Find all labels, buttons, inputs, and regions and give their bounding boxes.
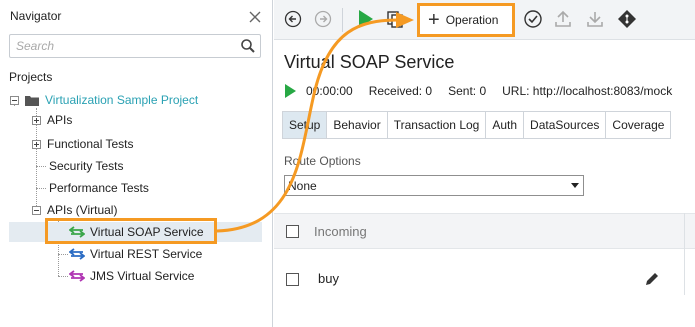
upload-icon bbox=[555, 10, 571, 27]
tree-item-label: APIs bbox=[47, 113, 73, 127]
tree-item-label: Functional Tests bbox=[47, 137, 134, 151]
tree-item-label: Security Tests bbox=[49, 159, 124, 173]
elapsed-time: 00:00:00 bbox=[306, 84, 353, 98]
search-input[interactable] bbox=[10, 36, 240, 56]
tab-setup[interactable]: Setup bbox=[283, 112, 328, 138]
tab-coverage[interactable]: Coverage bbox=[606, 112, 670, 138]
toolbar-separator bbox=[342, 8, 343, 32]
tree-item-label: Virtual REST Service bbox=[90, 247, 203, 261]
toolbar: + Operation bbox=[274, 0, 695, 40]
clone-button[interactable] bbox=[384, 8, 406, 30]
chevron-down-icon bbox=[571, 183, 579, 188]
back-icon bbox=[284, 10, 302, 28]
folder-icon bbox=[25, 95, 39, 106]
add-operation-button[interactable]: + Operation bbox=[417, 3, 515, 37]
export-button[interactable] bbox=[552, 8, 574, 30]
download-icon bbox=[587, 12, 603, 27]
forward-icon bbox=[314, 10, 332, 28]
back-button[interactable] bbox=[282, 8, 304, 30]
tree-item-label: JMS Virtual Service bbox=[90, 269, 195, 283]
tree-item-project[interactable]: Virtualization Sample Project bbox=[10, 90, 198, 110]
tab-transaction-log[interactable]: Transaction Log bbox=[388, 112, 487, 138]
tree-item-label: APIs (Virtual) bbox=[47, 203, 118, 217]
close-icon[interactable] bbox=[248, 10, 262, 24]
table-row[interactable]: buy bbox=[274, 264, 695, 294]
forward-button[interactable] bbox=[312, 8, 334, 30]
tree-item-virtual-rest[interactable]: Virtual REST Service bbox=[69, 244, 202, 264]
tree-item-functional-tests[interactable]: Functional Tests bbox=[32, 134, 134, 154]
service-editor: + Operation Virtual SOAP Service 00:00:0… bbox=[274, 0, 695, 327]
search-box bbox=[9, 34, 261, 58]
tree-item-performance-tests[interactable]: Performance Tests bbox=[49, 178, 149, 198]
expand-toggle-icon[interactable] bbox=[32, 115, 41, 125]
row-checkbox[interactable] bbox=[286, 273, 299, 286]
add-operation-label: Operation bbox=[445, 13, 499, 27]
select-all-checkbox[interactable] bbox=[286, 225, 299, 238]
status-bar: 00:00:00 Received: 0 Sent: 0 URL: http:/… bbox=[284, 82, 688, 100]
run-icon[interactable] bbox=[284, 84, 296, 98]
copy-icon bbox=[387, 11, 403, 28]
search-icon[interactable] bbox=[240, 38, 256, 54]
collapse-toggle-icon[interactable] bbox=[10, 95, 19, 105]
tree-item-apis-virtual[interactable]: APIs (Virtual) bbox=[32, 200, 117, 220]
check-circle-icon bbox=[524, 10, 542, 28]
route-options-select[interactable]: None bbox=[284, 175, 584, 196]
tree-item-apis[interactable]: APIs bbox=[32, 110, 72, 130]
tree-item-security-tests[interactable]: Security Tests bbox=[49, 156, 123, 176]
tab-auth[interactable]: Auth bbox=[486, 112, 525, 138]
run-button[interactable] bbox=[354, 8, 376, 30]
operations-grid-header: Incoming bbox=[274, 213, 695, 249]
navigator-title: Navigator bbox=[10, 9, 62, 23]
incoming-column-header: Incoming bbox=[314, 224, 367, 239]
git-icon bbox=[618, 10, 636, 28]
expand-toggle-icon[interactable] bbox=[32, 139, 41, 149]
import-button[interactable] bbox=[584, 8, 606, 30]
highlight-frame-soap bbox=[45, 218, 217, 244]
git-button[interactable] bbox=[616, 8, 638, 30]
tab-behavior[interactable]: Behavior bbox=[327, 112, 388, 138]
plus-icon: + bbox=[428, 9, 440, 31]
editor-tabs: Setup Behavior Transaction Log Auth Data… bbox=[282, 111, 672, 139]
route-options-value: None bbox=[288, 178, 317, 193]
route-options-label: Route Options bbox=[284, 154, 361, 168]
collapse-toggle-icon[interactable] bbox=[32, 205, 41, 215]
tree-item-jms-virtual[interactable]: JMS Virtual Service bbox=[69, 266, 194, 286]
received-count: Received: 0 bbox=[368, 84, 433, 98]
rest-service-icon bbox=[69, 248, 85, 260]
projects-label: Projects bbox=[9, 70, 53, 84]
project-name: Virtualization Sample Project bbox=[45, 93, 199, 107]
page-title: Virtual SOAP Service bbox=[284, 52, 455, 72]
tab-datasources[interactable]: DataSources bbox=[524, 112, 607, 138]
navigator-panel: Navigator Projects Virtualization Sample… bbox=[0, 0, 273, 327]
service-url: URL: http://localhost:8083/mock bbox=[502, 84, 673, 98]
play-icon bbox=[359, 10, 373, 28]
validate-button[interactable] bbox=[522, 8, 544, 30]
sent-count: Sent: 0 bbox=[448, 84, 487, 98]
jms-service-icon bbox=[69, 270, 85, 282]
operation-name: buy bbox=[318, 271, 339, 286]
pencil-icon[interactable] bbox=[643, 270, 661, 288]
tree-item-label: Performance Tests bbox=[49, 181, 149, 195]
